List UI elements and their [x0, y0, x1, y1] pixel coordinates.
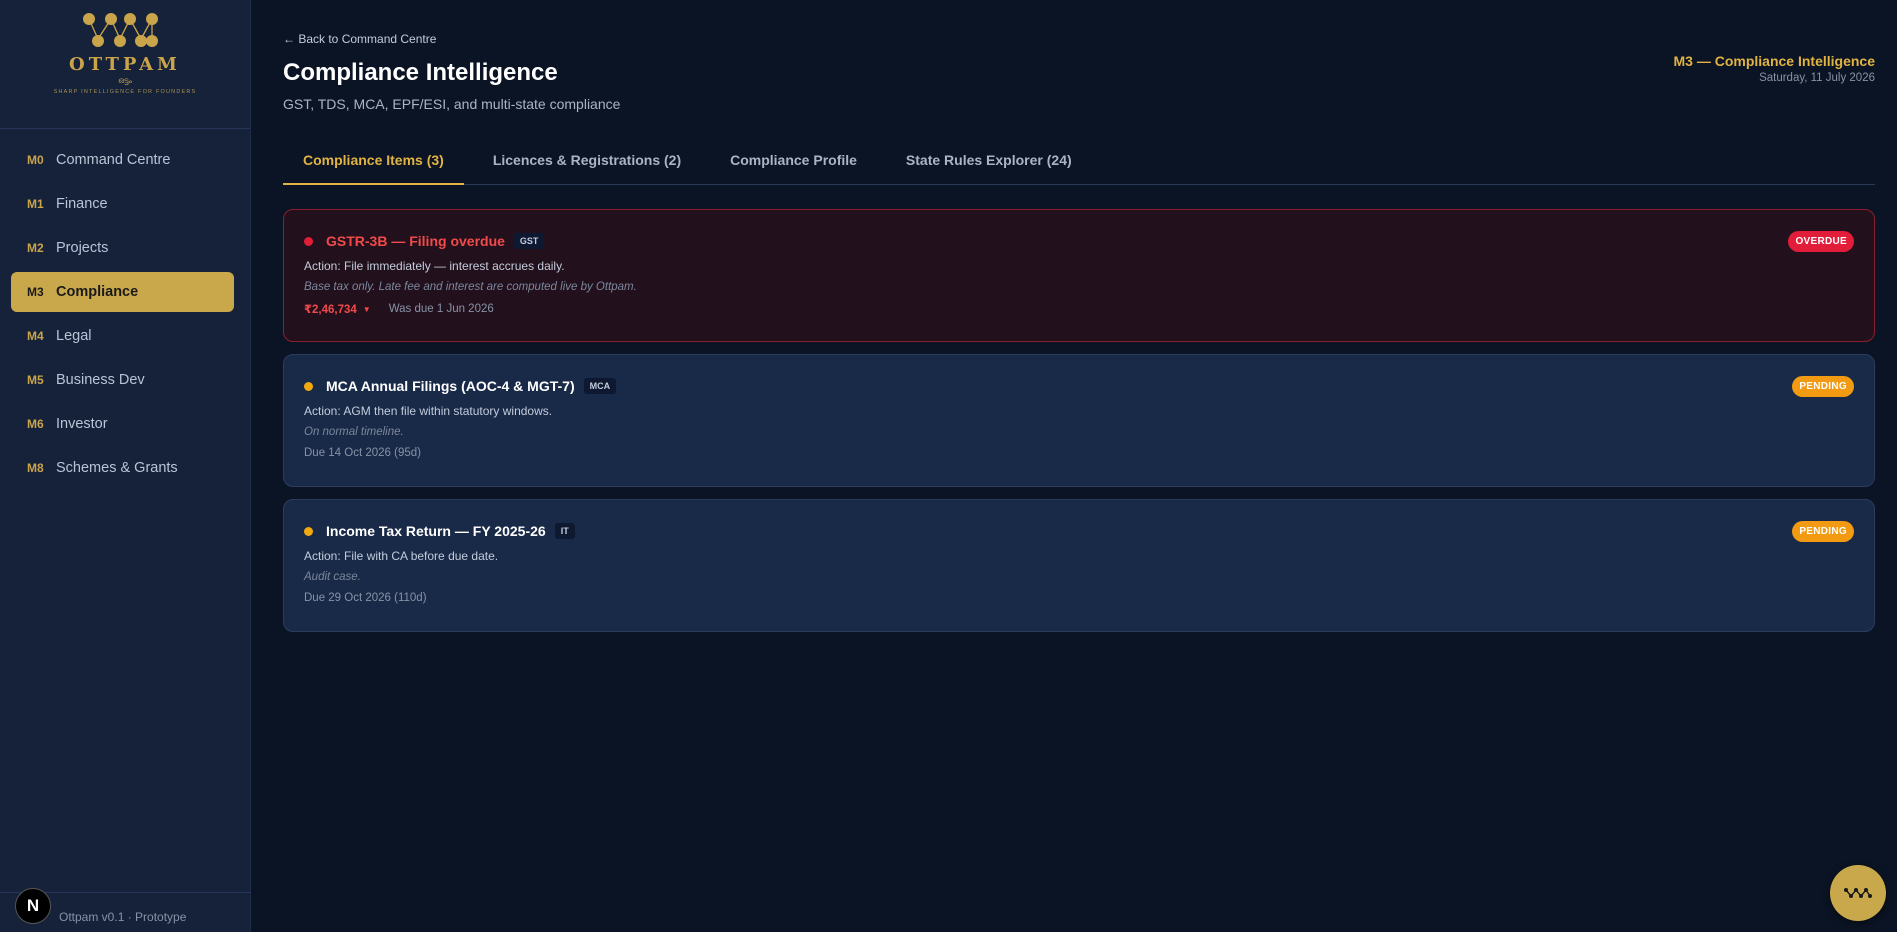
status-dot-icon [304, 381, 313, 391]
sidebar-item-code: M4 [27, 329, 44, 343]
brand-tagline: SHARP INTELLIGENCE FOR FOUNDERS [53, 89, 197, 95]
item-due: Due 29 Oct 2026 (110d) [304, 592, 427, 604]
sidebar-item-label: Legal [56, 328, 92, 344]
sidebar-item-schemes-grants[interactable]: M8 Schemes & Grants [11, 448, 234, 488]
sidebar-item-code: M6 [27, 417, 44, 431]
sidebar-item-code: M8 [27, 461, 44, 475]
sidebar-item-command-centre[interactable]: M0 Command Centre [11, 140, 234, 180]
caret-down-icon[interactable]: ▼ [363, 305, 371, 314]
item-tag: MCA [583, 378, 617, 394]
brand-name: OTTPAM [69, 54, 181, 75]
item-action: Action: File with CA before due date. [304, 549, 499, 563]
compliance-item-gstr-3b[interactable]: GSTR-3B — Filing overdue GST OVERDUE Act… [283, 209, 1875, 342]
sidebar-item-label: Projects [56, 240, 109, 256]
sidebar-item-label: Business Dev [56, 372, 145, 388]
sidebar-item-code: M1 [27, 197, 44, 211]
brand: OTTPAM ഒട്ടം SHARP INTELLIGENCE FOR FOUN… [0, 0, 250, 129]
ottpam-logo-icon [83, 13, 158, 47]
tab-licences-registrations[interactable]: Licences & Registrations (2) [473, 140, 701, 185]
item-note: On normal timeline. [304, 426, 404, 438]
compliance-item-income-tax-return[interactable]: Income Tax Return — FY 2025-26 IT PENDIN… [283, 499, 1875, 632]
sidebar-item-code: M2 [27, 241, 44, 255]
item-tag: GST [513, 233, 545, 249]
sidebar-item-finance[interactable]: M1 Finance [11, 184, 234, 224]
sidebar-item-code: M5 [27, 373, 44, 387]
assistant-logo-icon [1844, 888, 1872, 898]
tab-state-rules-explorer[interactable]: State Rules Explorer (24) [886, 140, 1092, 185]
sidebar-item-projects[interactable]: M2 Projects [11, 228, 234, 268]
version-label: Ottpam v0.1 · Prototype [59, 910, 187, 924]
sidebar-nav: M0 Command Centre M1 Finance M2 Projects… [0, 129, 250, 488]
brand-script: ഒട്ടം [118, 76, 132, 85]
current-date: Saturday, 11 July 2026 [1759, 72, 1875, 84]
item-action: Action: AGM then file within statutory w… [304, 404, 553, 418]
module-name: M3 — Compliance Intelligence [1673, 53, 1876, 69]
tab-bar: Compliance Items (3) Licences & Registra… [283, 140, 1875, 185]
sidebar-item-label: Investor [56, 416, 108, 432]
page-title: Compliance Intelligence [283, 59, 558, 86]
assistant-fab-button[interactable] [1830, 865, 1886, 921]
module-info: M3 — Compliance Intelligence Saturday, 1… [1674, 53, 1876, 84]
item-title: Income Tax Return — FY 2025-26 [326, 523, 546, 539]
item-note: Audit case. [304, 571, 361, 583]
item-due: Was due 1 Jun 2026 [388, 303, 494, 315]
item-note: Base tax only. Late fee and interest are… [304, 281, 637, 293]
back-link[interactable]: ← Back to Command Centre [283, 32, 436, 46]
sidebar-item-label: Compliance [56, 284, 139, 300]
sidebar-item-legal[interactable]: M4 Legal [11, 316, 234, 356]
status-badge: PENDING [1792, 376, 1854, 397]
sidebar-item-business-dev[interactable]: M5 Business Dev [11, 360, 234, 400]
sidebar-item-label: Command Centre [56, 152, 171, 168]
tab-compliance-profile[interactable]: Compliance Profile [710, 140, 877, 185]
dev-tools-badge[interactable]: N [15, 888, 51, 924]
item-title: MCA Annual Filings (AOC-4 & MGT-7) [326, 378, 575, 394]
page-subtitle: GST, TDS, MCA, EPF/ESI, and multi-state … [283, 96, 621, 112]
tab-compliance-items[interactable]: Compliance Items (3) [283, 140, 464, 185]
status-dot-icon [304, 526, 313, 536]
item-amount[interactable]: ₹2,46,734 [304, 302, 357, 316]
compliance-item-mca-annual-filings[interactable]: MCA Annual Filings (AOC-4 & MGT-7) MCA P… [283, 354, 1875, 487]
sidebar-item-code: M3 [27, 285, 44, 299]
status-badge: OVERDUE [1788, 231, 1854, 252]
sidebar-item-investor[interactable]: M6 Investor [11, 404, 234, 444]
sidebar: OTTPAM ഒട്ടം SHARP INTELLIGENCE FOR FOUN… [0, 0, 251, 932]
status-dot-icon [304, 236, 313, 246]
sidebar-item-compliance[interactable]: M3 Compliance [11, 272, 234, 312]
item-title: GSTR-3B — Filing overdue [326, 233, 505, 249]
sidebar-item-label: Schemes & Grants [56, 460, 178, 476]
item-due: Due 14 Oct 2026 (95d) [304, 447, 421, 459]
sidebar-item-label: Finance [56, 196, 108, 212]
sidebar-item-code: M0 [27, 153, 44, 167]
item-tag: IT [554, 523, 575, 539]
item-action: Action: File immediately — interest accr… [304, 259, 565, 273]
status-badge: PENDING [1792, 521, 1854, 542]
